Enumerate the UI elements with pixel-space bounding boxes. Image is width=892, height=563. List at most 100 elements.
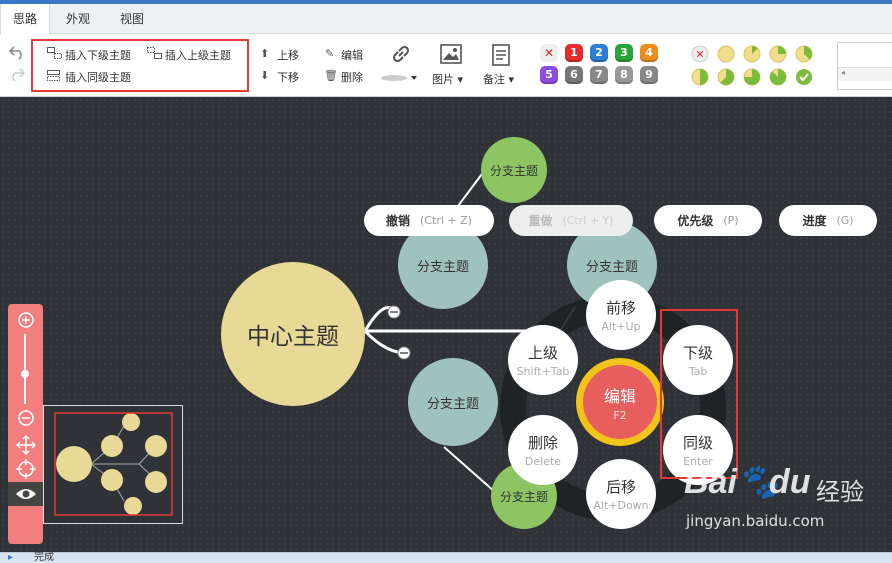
progress-0-of-8-button[interactable]: [717, 45, 735, 63]
zoom-slider-handle[interactable]: [21, 370, 29, 378]
move-down-button[interactable]: 下移: [277, 69, 299, 85]
arrow-down-icon: ⬇: [260, 69, 270, 82]
progress-6-of-8-button[interactable]: [743, 68, 761, 86]
zoom-track: [24, 334, 26, 404]
delete-button[interactable]: 删除: [341, 69, 363, 85]
insert-parent-icon: [147, 47, 162, 59]
edit-key: F2: [613, 408, 627, 422]
insert-sibling-button[interactable]: 插入同级主题: [65, 69, 131, 85]
branch-topic-label: 分支主题: [499, 489, 548, 504]
undo-pill-key: (Ctrl + Z): [420, 214, 472, 227]
trash-icon: 🗑: [324, 69, 338, 82]
mindmap-canvas[interactable]: 中心主题 分支主题 分支主题 分支主题 分支主题 分支主题 撤销 (Ctrl +…: [0, 97, 892, 552]
eye-icon: [16, 489, 36, 499]
priority-pill[interactable]: 优先级 (P): [654, 205, 762, 236]
image-button[interactable]: 图片 ▾: [432, 71, 463, 87]
branch-topic-label: 分支主题: [426, 396, 479, 412]
progress-done-button[interactable]: [795, 68, 813, 86]
priority-6-button[interactable]: 6: [565, 66, 583, 84]
zoom-out-icon[interactable]: [17, 409, 35, 427]
move-forward-key: Alt+Up: [601, 320, 641, 333]
branch-topic-1[interactable]: 分支主题: [481, 137, 547, 203]
child-sibling-highlight: [660, 309, 738, 479]
progress-1-of-8-button[interactable]: [743, 45, 761, 63]
resource-panel[interactable]: ◂: [837, 42, 892, 90]
link-icon[interactable]: [389, 42, 413, 66]
branch-topic-label: 分支主题: [585, 259, 638, 275]
priority-5-button[interactable]: 5: [540, 66, 558, 84]
move-forward-button[interactable]: 前移 Alt+Up: [586, 280, 656, 350]
priority-4-button[interactable]: 4: [640, 44, 658, 62]
redo-icon[interactable]: [8, 66, 26, 82]
progress-pill[interactable]: 进度 (G): [779, 205, 877, 236]
undo-pill-label: 撤销: [386, 214, 411, 228]
minimap-preview: [54, 412, 173, 516]
image-icon: [440, 44, 462, 64]
priority-9-button[interactable]: 9: [640, 66, 658, 84]
central-topic[interactable]: 中心主题: [221, 262, 365, 406]
parent-level-label: 上级: [527, 344, 558, 362]
progress-5-of-8-button[interactable]: [717, 68, 735, 86]
tab-view[interactable]: 视图: [108, 4, 156, 34]
navigator-minimap[interactable]: [43, 405, 183, 524]
paw-icon: 🐾: [736, 463, 780, 501]
priority-2-button[interactable]: 2: [590, 44, 608, 62]
branch-topic-label: 分支主题: [489, 163, 538, 178]
zoom-panel: [8, 304, 43, 544]
arrow-up-icon: ⬆: [260, 47, 270, 60]
progress-pill-label: 进度: [802, 214, 827, 228]
progress-2-of-8-button[interactable]: [769, 45, 787, 63]
priority-3-button[interactable]: 3: [615, 44, 633, 62]
undo-pill[interactable]: 撤销 (Ctrl + Z): [364, 205, 494, 236]
move-backward-label: 后移: [605, 478, 636, 496]
priority-pill-label: 优先级: [677, 214, 714, 228]
move-backward-key: Alt+Down: [593, 499, 649, 512]
insert-child-icon: [47, 47, 62, 59]
progress-3-of-8-button[interactable]: [795, 45, 813, 63]
branch-topic-label: 分支主题: [416, 259, 469, 275]
link-dropdown-icon[interactable]: [380, 72, 420, 84]
watermark-suffix: 经验: [816, 478, 864, 506]
zoom-in-icon[interactable]: [17, 311, 35, 329]
note-icon: [492, 44, 510, 66]
baidu-watermark: Bai🐾du 经验 jingyan.baidu.com: [684, 462, 884, 552]
tab-bar: 思路 外观 视图: [0, 4, 892, 35]
clear-priority-button[interactable]: ✕: [540, 44, 558, 62]
insert-child-button[interactable]: 插入下级主题: [65, 47, 131, 63]
clear-progress-button[interactable]: ✕: [691, 45, 709, 63]
navigator-toggle[interactable]: [8, 482, 43, 506]
wheel-delete-button[interactable]: 删除 Delete: [508, 415, 578, 485]
locate-center-icon[interactable]: [16, 459, 36, 479]
parent-level-key: Shift+Tab: [516, 365, 570, 378]
note-button[interactable]: 备注 ▾: [483, 71, 514, 87]
edit-button[interactable]: 编辑: [341, 47, 363, 63]
insert-parent-button[interactable]: 插入上级主题: [165, 47, 231, 63]
central-topic-label: 中心主题: [247, 324, 339, 350]
status-bar: ▸ 完成: [0, 552, 892, 563]
scroll-left-icon[interactable]: ◂: [838, 67, 892, 81]
parent-level-button[interactable]: 上级 Shift+Tab: [508, 325, 578, 395]
progress-pill-key: (G): [836, 214, 854, 227]
svg-text:✕: ✕: [695, 48, 704, 61]
tab-appearance[interactable]: 外观: [54, 4, 102, 34]
move-backward-button[interactable]: 后移 Alt+Down: [586, 459, 656, 529]
redo-pill-label: 重做: [528, 214, 553, 228]
priority-1-button[interactable]: 1: [565, 44, 583, 62]
move-up-button[interactable]: 上移: [277, 47, 299, 63]
progress-4-of-8-button[interactable]: [691, 68, 709, 86]
edit-wheel-center[interactable]: 编辑 F2: [576, 358, 664, 446]
move-canvas-icon[interactable]: [16, 435, 36, 455]
redo-pill-key: (Ctrl + Y): [562, 214, 614, 227]
move-forward-label: 前移: [605, 299, 636, 317]
toolbar: 插入下级主题 插入上级主题 插入同级主题 ⬆ 上移 ⬇ 下移 ✎ 编辑 🗑 删除…: [0, 34, 892, 97]
priority-8-button[interactable]: 8: [615, 66, 633, 84]
tab-thinking[interactable]: 思路: [0, 4, 50, 35]
redo-pill[interactable]: 重做 (Ctrl + Y): [509, 205, 633, 236]
priority-pill-key: (P): [723, 214, 739, 227]
undo-icon[interactable]: [8, 44, 26, 60]
wheel-delete-key: Delete: [524, 455, 562, 468]
branch-topic-4[interactable]: 分支主题: [408, 358, 498, 446]
priority-7-button[interactable]: 7: [590, 66, 608, 84]
progress-7-of-8-button[interactable]: [769, 68, 787, 86]
pencil-icon: ✎: [325, 47, 335, 60]
